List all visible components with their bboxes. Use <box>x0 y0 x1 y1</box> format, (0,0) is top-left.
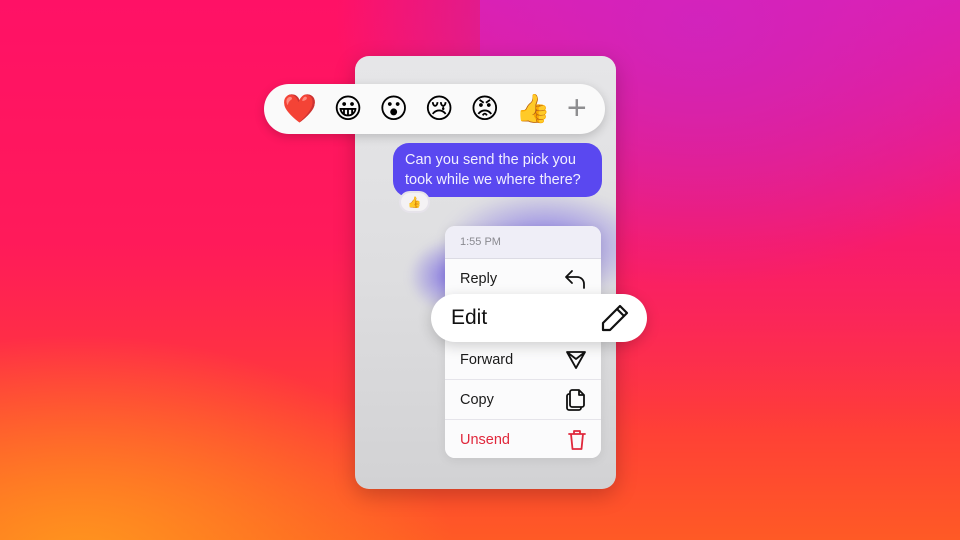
reaction-heart[interactable]: ❤️ <box>282 95 317 123</box>
menu-item-unsend[interactable]: Unsend <box>445 420 601 458</box>
reaction-angry[interactable]: 😡 <box>470 95 499 123</box>
reply-icon <box>563 268 587 290</box>
copy-icon <box>565 388 587 412</box>
menu-item-reply[interactable]: Reply <box>445 259 601 299</box>
menu-item-label: Reply <box>460 270 498 287</box>
reaction-bar: ❤️ 😀 😮 😢 😡 👍 + <box>264 84 605 134</box>
message-bubble[interactable]: Can you send the pick you took while we … <box>393 143 602 197</box>
thumbs-up-icon: 👍 <box>407 196 422 209</box>
context-menu: 1:55 PM Reply Forward Copy Unsend <box>445 226 601 458</box>
reaction-crying[interactable]: 😢 <box>425 95 454 123</box>
send-icon <box>565 350 587 370</box>
reaction-grinning[interactable]: 😀 <box>333 95 362 123</box>
menu-item-label: Copy <box>460 391 494 408</box>
menu-item-label: Forward <box>460 351 514 368</box>
pencil-icon <box>599 302 631 334</box>
menu-item-edit[interactable]: Edit <box>431 294 647 342</box>
message-reaction-badge[interactable]: 👍 <box>399 191 430 213</box>
message-timestamp: 1:55 PM <box>445 226 601 259</box>
add-reaction-icon[interactable]: + <box>567 91 587 125</box>
message-text: Can you send the pick you took while we … <box>405 152 581 188</box>
trash-icon <box>567 429 587 451</box>
reaction-surprised[interactable]: 😮 <box>379 95 408 123</box>
menu-item-label: Edit <box>451 306 488 329</box>
menu-item-label: Unsend <box>460 432 510 448</box>
reaction-thumbs-up[interactable]: 👍 <box>516 95 551 123</box>
menu-item-copy[interactable]: Copy <box>445 380 601 420</box>
menu-item-forward[interactable]: Forward <box>445 340 601 380</box>
